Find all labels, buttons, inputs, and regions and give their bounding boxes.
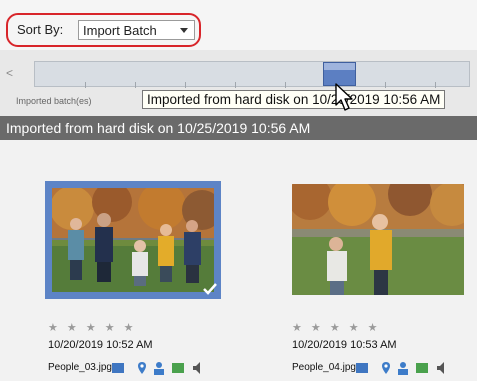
sort-by-value: Import Batch <box>83 23 157 38</box>
rating-stars[interactable]: ★ ★ ★ ★ ★ <box>292 321 381 334</box>
video-icon <box>112 363 124 373</box>
import-group-title: Imported from hard disk on 10/25/2019 10… <box>6 120 311 136</box>
photo-people-03 <box>52 188 214 292</box>
photo-date: 10/20/2019 10:52 AM <box>48 339 153 351</box>
timeline-track[interactable] <box>34 61 470 88</box>
tag-icon <box>416 363 428 373</box>
photo-date: 10/20/2019 10:53 AM <box>292 339 397 351</box>
rating-stars[interactable]: ★ ★ ★ ★ ★ <box>48 321 137 334</box>
people-icon <box>398 362 408 375</box>
audio-icon <box>193 362 200 374</box>
map-pin-icon <box>138 362 146 374</box>
timeline-section-label: Imported batch(es) <box>16 96 92 106</box>
sort-by-dropdown[interactable]: Import Batch <box>78 20 195 40</box>
tag-icon <box>172 363 184 373</box>
map-pin-icon <box>382 362 390 374</box>
chevron-down-icon <box>180 28 188 33</box>
photo-filename: People_04.jpg <box>292 362 356 373</box>
sort-by-label: Sort By: <box>17 22 64 37</box>
cursor-arrow-icon <box>335 83 353 111</box>
video-icon <box>356 363 368 373</box>
photo-thumbnail-selected[interactable] <box>45 181 221 299</box>
timeline-tooltip: Imported from hard disk on 10/25/2019 10… <box>142 90 446 109</box>
check-icon <box>203 283 217 295</box>
photo-filename: People_03.jpg <box>48 362 112 373</box>
timeline-scroll-left-button[interactable]: < <box>6 66 13 80</box>
audio-icon <box>437 362 444 374</box>
import-group-header: Imported from hard disk on 10/25/2019 10… <box>0 116 477 140</box>
photo-thumbnail-people-04[interactable] <box>292 184 464 295</box>
people-icon <box>154 362 164 375</box>
